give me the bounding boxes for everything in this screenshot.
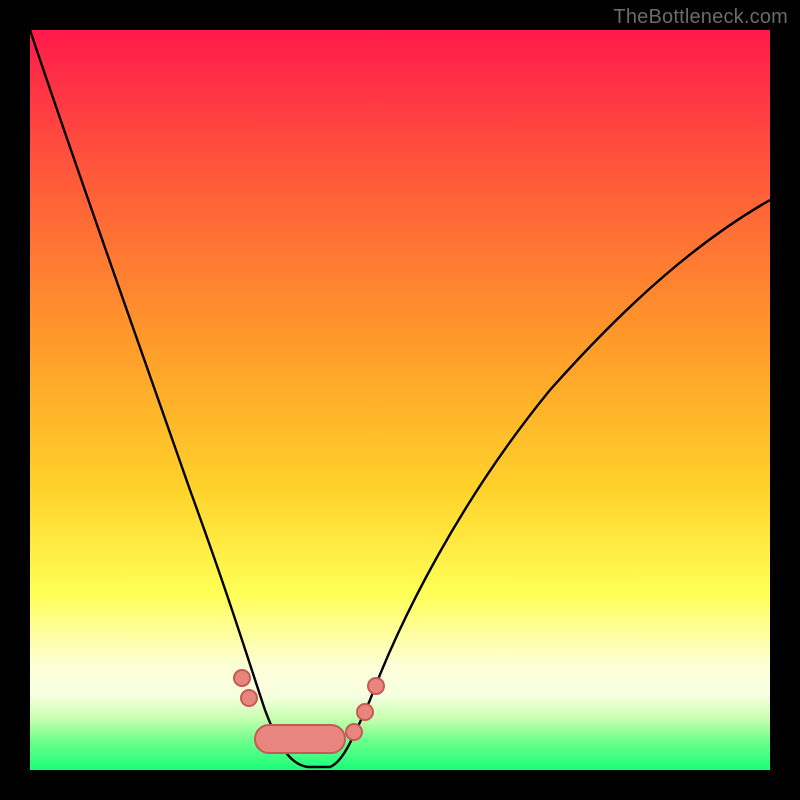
chart-frame: TheBottleneck.com [0,0,800,800]
marker-bar [255,725,345,753]
watermark-text: TheBottleneck.com [613,6,788,29]
plot-area [30,30,770,770]
curve-layer [30,30,770,770]
bottleneck-curve [30,30,770,767]
marker-dot [368,678,384,694]
marker-dot [357,704,373,720]
marker-dot [346,724,362,740]
marker-dot [241,690,257,706]
marker-dot [234,670,250,686]
